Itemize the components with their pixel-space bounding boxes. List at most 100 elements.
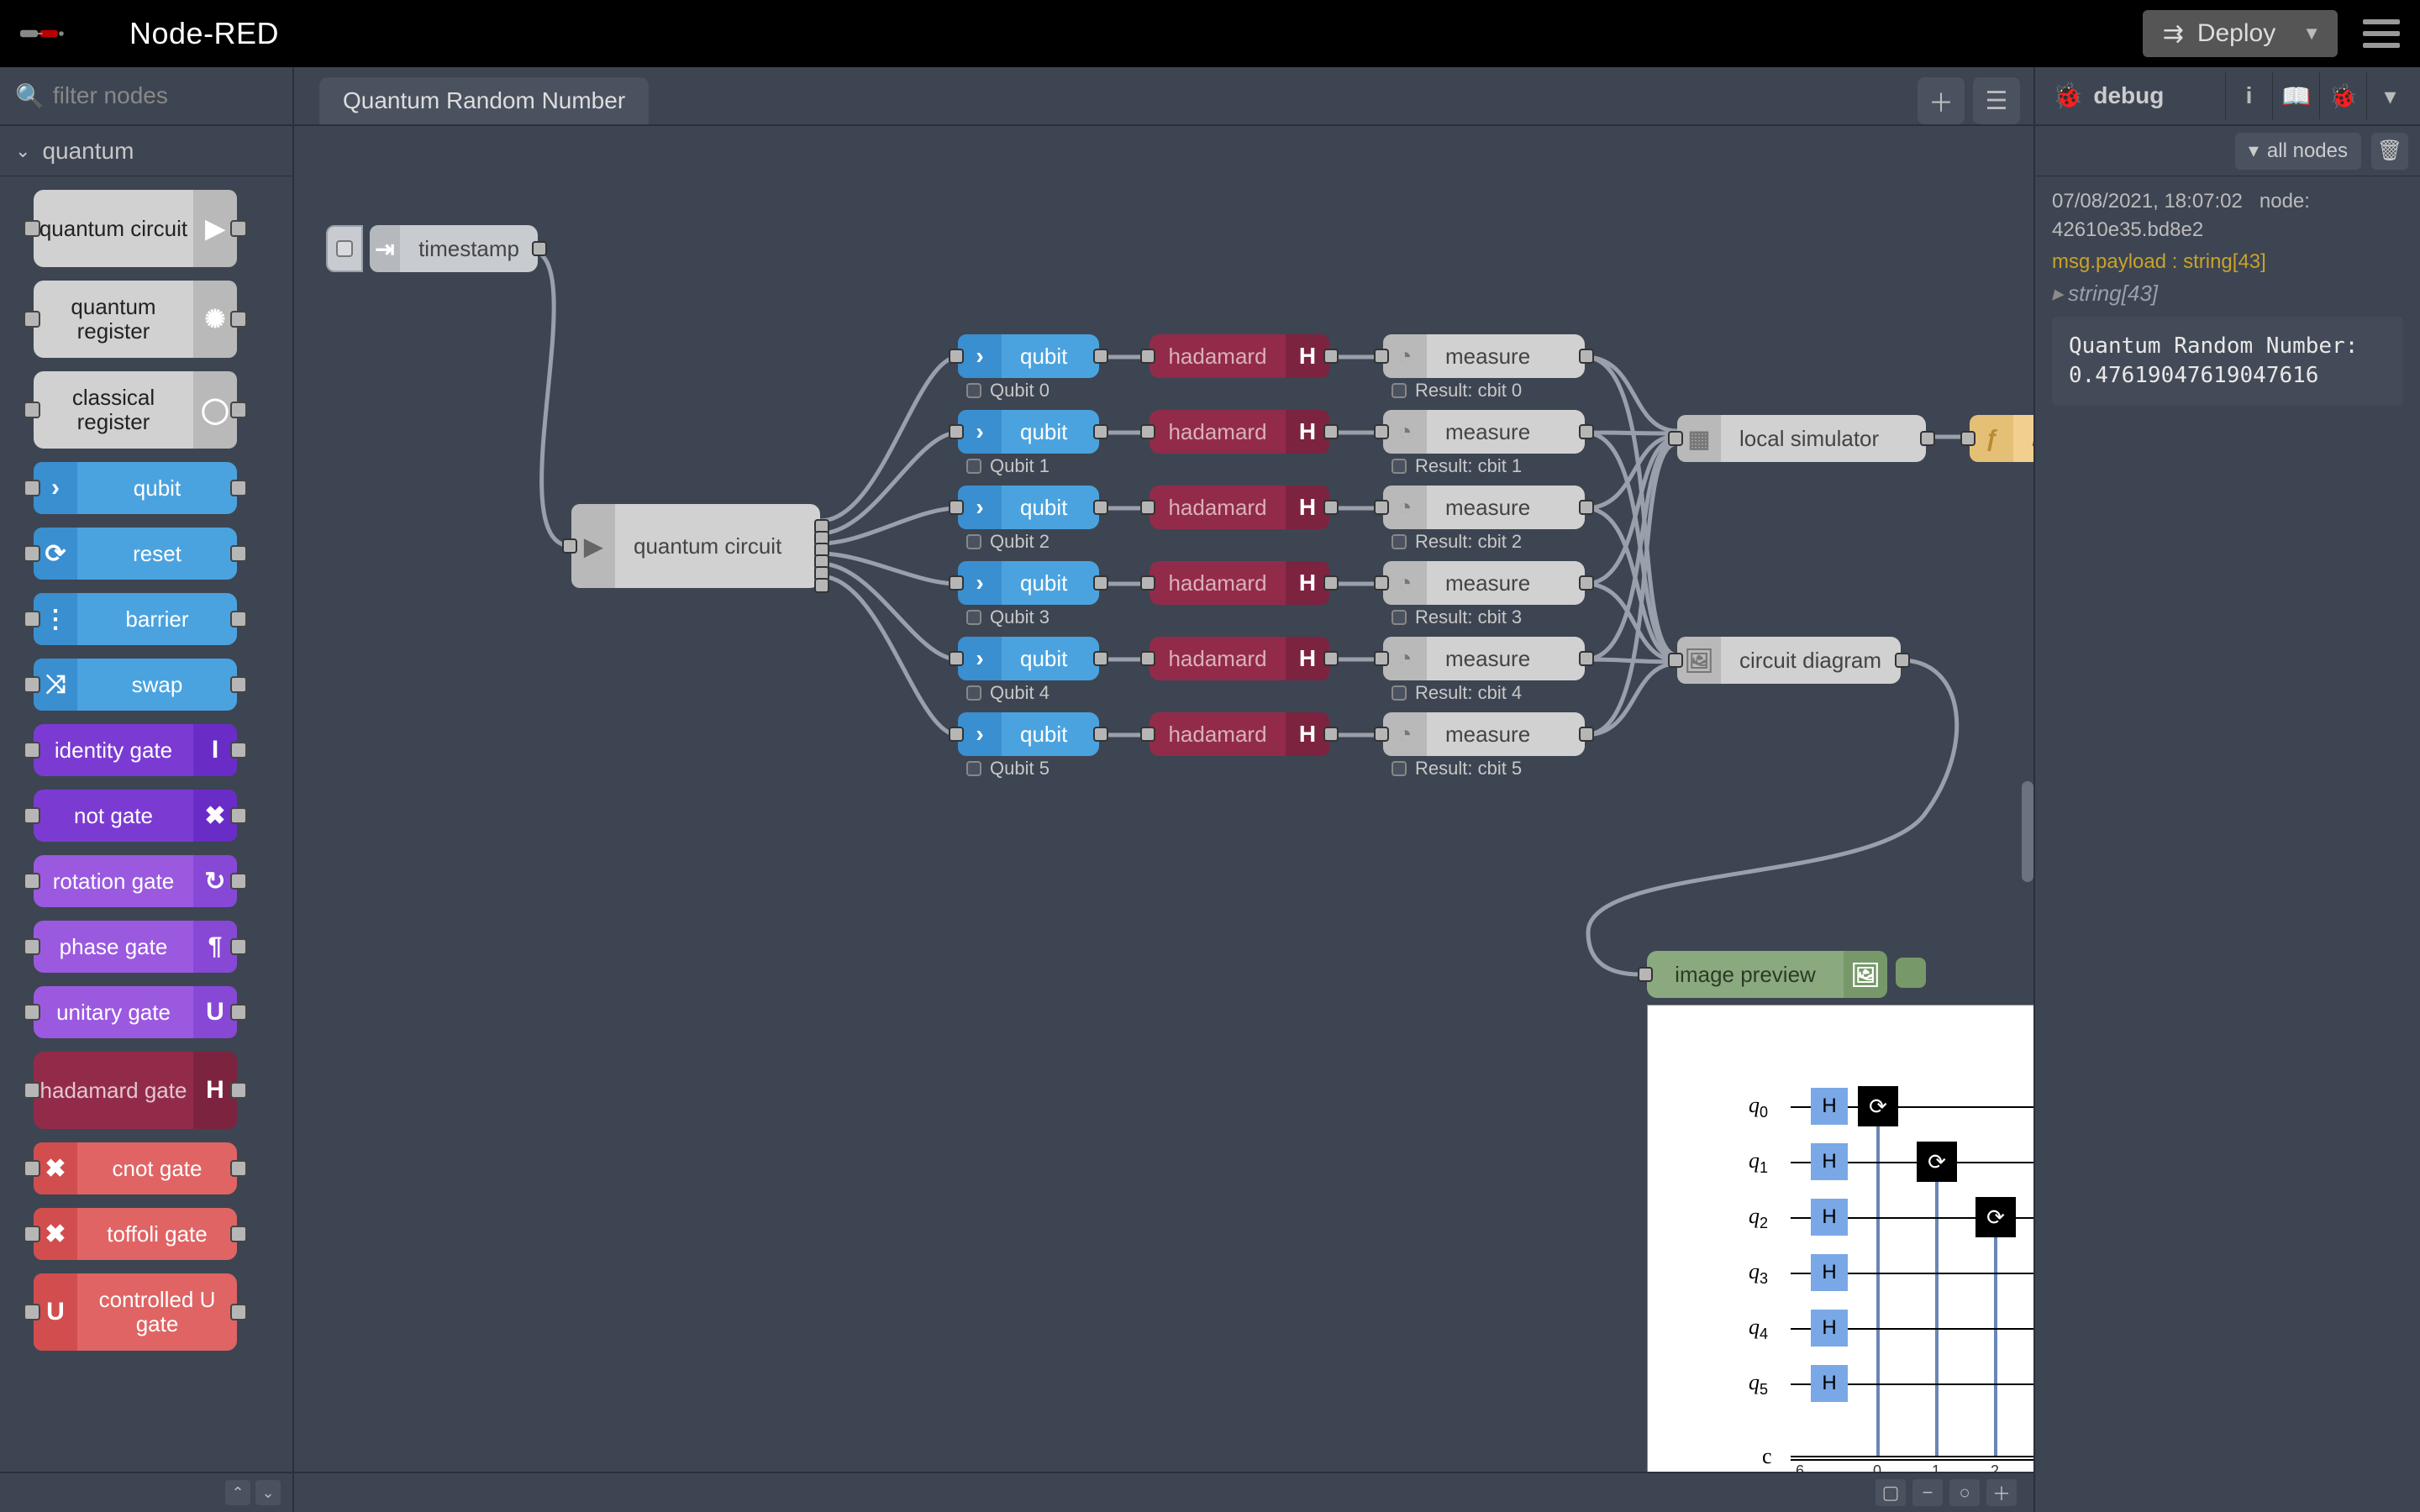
palette-node-classical-register[interactable]: classical register◯: [34, 371, 237, 449]
circuit-qubit-label-0: q0: [1749, 1093, 1768, 1121]
bug-icon: 🐞: [2052, 81, 2083, 111]
image-preview-node[interactable]: image preview 🖼: [1647, 951, 1887, 998]
debug-tab-button[interactable]: 🐞: [2319, 72, 2366, 119]
circuit-hadamard-4: H: [1811, 1310, 1848, 1347]
flow-tab[interactable]: Quantum Random Number: [319, 77, 649, 124]
gauge-icon: ◔: [1383, 561, 1427, 605]
clear-debug-button[interactable]: 🗑: [2371, 133, 2408, 170]
palette-node-quantum-register[interactable]: quantum register✺: [34, 281, 237, 358]
qubit-node-5[interactable]: ›qubit: [958, 712, 1099, 756]
palette-node-toffoli-gate[interactable]: ✖toffoli gate: [34, 1208, 237, 1260]
quantum-circuit-node[interactable]: ▶ quantum circuit: [571, 504, 820, 588]
palette-node-identity-gate[interactable]: identity gateI: [34, 724, 237, 776]
measure-node-2[interactable]: ◔measure: [1383, 486, 1585, 529]
gauge-icon: ◔: [1383, 334, 1427, 378]
qubit-node-1[interactable]: ›qubit: [958, 410, 1099, 454]
palette-node-reset[interactable]: ⟳reset: [34, 528, 237, 580]
circuit-measure-2: ⟳: [1975, 1197, 2016, 1237]
palette-node-label: barrier: [77, 607, 237, 632]
debug-msg-path: msg.payload : string[43]: [2052, 250, 2403, 274]
palette-node-quantum-circuit[interactable]: quantum circuit▶: [34, 190, 237, 267]
debug-node-id[interactable]: 42610e35.bd8e2: [2052, 218, 2403, 242]
qubit-status-1: Qubit 1: [966, 455, 1050, 477]
palette-node-not-gate[interactable]: not gate✖: [34, 790, 237, 842]
circuit-qubit-label-4: q4: [1749, 1315, 1768, 1343]
palette-node-phase-gate[interactable]: phase gate¶: [34, 921, 237, 973]
palette-collapse-down-button[interactable]: ⌄: [255, 1480, 281, 1505]
function-icon: ƒ: [1970, 415, 2013, 462]
measure-node-3[interactable]: ◔measure: [1383, 561, 1585, 605]
main-menu-button[interactable]: [2363, 19, 2400, 48]
qubit-status-0: Qubit 0: [966, 380, 1050, 402]
circuit-hadamard-0: H: [1811, 1088, 1848, 1125]
palette-node-qubit[interactable]: ›qubit: [34, 462, 237, 514]
flow-list-button[interactable]: ☰: [1973, 77, 2020, 124]
hadamard-node-0[interactable]: hadamardH: [1150, 334, 1329, 378]
debug-messages: 07/08/2021, 18:07:02 node: 42610e35.bd8e…: [2035, 176, 2420, 1512]
palette-node-list: quantum circuit▶ quantum register✺ classic…: [0, 176, 292, 1472]
circuit-qubit-label-5: q5: [1749, 1370, 1768, 1399]
flow-canvas[interactable]: ⇥ timestamp ▶ quantum circuit /* rows ge…: [294, 126, 2033, 1512]
help-tab-button[interactable]: 📖: [2272, 72, 2319, 119]
palette-node-controlled-U-gate[interactable]: Ucontrolled U gate: [34, 1273, 237, 1351]
qubit-status-3: Qubit 3: [966, 606, 1050, 628]
info-tab-button[interactable]: i: [2225, 72, 2272, 119]
local-simulator-node[interactable]: ▦ local simulator: [1677, 415, 1926, 462]
inject-button[interactable]: [326, 225, 363, 272]
measure-node-1[interactable]: ◔measure: [1383, 410, 1585, 454]
palette-search[interactable]: 🔍 filter nodes: [0, 67, 292, 126]
deploy-button[interactable]: ⇉ Deploy ▼: [2143, 10, 2338, 57]
gauge-icon: ◔: [1383, 637, 1427, 680]
canvas-scrollbar[interactable]: [2022, 126, 2033, 1512]
palette-node-rotation-gate[interactable]: rotation gate↻: [34, 855, 237, 907]
hadamard-node-1[interactable]: hadamardH: [1150, 410, 1329, 454]
debug-msg-type[interactable]: ▸string[43]: [2052, 281, 2403, 307]
hadamard-node-5[interactable]: hadamardH: [1150, 712, 1329, 756]
palette-node-barrier[interactable]: ⋮barrier: [34, 593, 237, 645]
sidebar-menu-button[interactable]: ▾: [2366, 72, 2413, 119]
hadamard-node-4[interactable]: hadamardH: [1150, 637, 1329, 680]
hadamard-node-3[interactable]: hadamardH: [1150, 561, 1329, 605]
image-icon: 🖼: [1677, 637, 1721, 684]
circuit-hadamard-3: H: [1811, 1254, 1848, 1291]
qubit-node-3[interactable]: ›qubit: [958, 561, 1099, 605]
palette-collapse-up-button[interactable]: ⌃: [225, 1480, 250, 1505]
circuit-qubit-label-3: q3: [1749, 1259, 1768, 1288]
palette-node-label: quantum register: [34, 295, 193, 343]
sidebar-title: debug: [2093, 82, 2164, 109]
qubit-node-2[interactable]: ›qubit: [958, 486, 1099, 529]
chevron-right-icon: ›: [958, 712, 1002, 756]
filter-all-nodes-button[interactable]: ▾ all nodes: [2235, 133, 2361, 170]
measure-node-4[interactable]: ◔measure: [1383, 637, 1585, 680]
palette-node-label: swap: [77, 673, 237, 697]
measure-node-5[interactable]: ◔measure: [1383, 712, 1585, 756]
workspace: Quantum Random Number ＋ ☰: [294, 67, 2033, 1512]
palette-node-cnot-gate[interactable]: ✖cnot gate: [34, 1142, 237, 1194]
circuit-qubit-label-1: q1: [1749, 1148, 1768, 1177]
palette-node-unitary-gate[interactable]: unitary gateU: [34, 986, 237, 1038]
sidebar-header: 🐞 debug i 📖 🐞 ▾: [2035, 67, 2420, 126]
qubit-status-4: Qubit 4: [966, 682, 1050, 704]
debug-sidebar: 🐞 debug i 📖 🐞 ▾ ▾ all nodes 🗑 07/08/2021…: [2033, 67, 2420, 1512]
qubit-node-4[interactable]: ›qubit: [958, 637, 1099, 680]
palette-node-label: unitary gate: [34, 1000, 193, 1025]
zoom-reset-button[interactable]: ○: [1949, 1479, 1980, 1506]
palette-category-quantum[interactable]: ⌄ quantum: [0, 126, 292, 176]
zoom-in-button[interactable]: ＋: [1986, 1479, 2017, 1506]
palette-node-hadamard-gate[interactable]: hadamard gateH: [34, 1052, 237, 1129]
image-icon: 🖼: [1844, 951, 1887, 998]
add-flow-button[interactable]: ＋: [1918, 77, 1965, 124]
palette-node-label: controlled U gate: [77, 1288, 237, 1336]
palette-node-swap[interactable]: ⤨swap: [34, 659, 237, 711]
search-placeholder: filter nodes: [53, 82, 168, 109]
chevron-down-icon: ⌄: [15, 140, 30, 162]
zoom-out-button[interactable]: −: [1912, 1479, 1943, 1506]
navigator-button[interactable]: ▢: [1876, 1479, 1906, 1506]
hadamard-node-2[interactable]: hadamardH: [1150, 486, 1329, 529]
measure-node-0[interactable]: ◔measure: [1383, 334, 1585, 378]
inject-node-timestamp[interactable]: ⇥ timestamp: [370, 225, 538, 272]
circuit-diagram-node[interactable]: 🖼 circuit diagram: [1677, 637, 1901, 684]
measure-status-1: Result: cbit 1: [1392, 455, 1522, 477]
palette-node-label: reset: [77, 542, 237, 566]
qubit-node-0[interactable]: ›qubit: [958, 334, 1099, 378]
